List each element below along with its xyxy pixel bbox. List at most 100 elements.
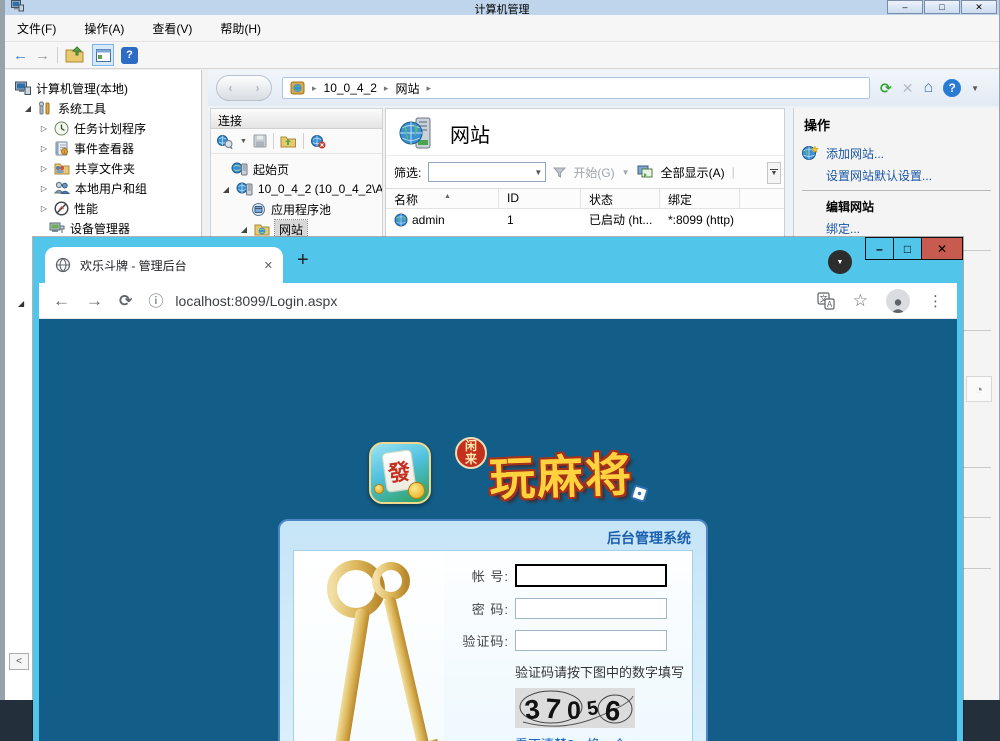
chevron-menu-button[interactable]: ▼ [828, 250, 852, 274]
menu-help[interactable]: 帮助(H) [220, 20, 261, 37]
browser-back-icon[interactable]: ← [53, 291, 70, 311]
iis-forward-icon[interactable]: › [256, 81, 260, 95]
breadcrumb-server[interactable]: 10_0_4_2 [324, 81, 377, 95]
scroll-left-button[interactable]: < [9, 653, 29, 670]
browser-reload-icon[interactable]: ⟳ [119, 291, 132, 311]
actions-header: 操作 [794, 108, 999, 142]
toolbar-separator [273, 133, 274, 149]
tree-item-label: 10_0_4_2 (10_0_4_2\A [258, 182, 382, 196]
tree-item-shared-folders[interactable]: ▷ 共享文件夹 [5, 158, 201, 178]
tree-item-sites[interactable]: ◢ 网站 [211, 219, 382, 239]
browser-forward-icon[interactable]: → [86, 291, 103, 311]
set-defaults-action[interactable]: 设置网站默认设置... [794, 164, 999, 186]
maximize-button[interactable]: □ [924, 0, 960, 14]
refresh-icon[interactable]: ⟳ [880, 81, 892, 95]
title-bar[interactable]: 计算机管理 – □ ✕ [5, 0, 999, 15]
captcha-hint: 验证码请按下图中的数字填写 [515, 662, 692, 681]
expander-icon[interactable]: ▷ [39, 124, 49, 133]
filter-input[interactable]: ▼ [428, 162, 546, 182]
tree-item-system-tools[interactable]: ◢ 系统工具 [5, 98, 201, 118]
tree-item-device-manager[interactable]: 设备管理器 [5, 218, 201, 238]
bookmark-star-icon[interactable]: ☆ [853, 291, 868, 311]
browser-minimize-button[interactable]: – [865, 237, 894, 260]
console-window-icon[interactable] [92, 44, 114, 66]
captcha-input[interactable] [515, 630, 667, 651]
expander-icon[interactable]: ◢ [239, 225, 249, 234]
tree-item-local-users-groups[interactable]: ▷ 本地用户和组 [5, 178, 201, 198]
page-info-icon[interactable]: ⓘ [148, 290, 163, 311]
captcha-refresh-link[interactable]: 看不清楚?，换一个 [515, 734, 692, 741]
browser-menu-icon[interactable]: ⋮ [928, 292, 943, 310]
users-icon [54, 181, 70, 195]
menu-view[interactable]: 查看(V) [152, 20, 192, 37]
close-button[interactable]: ✕ [961, 0, 997, 14]
tree-item-label: 事件查看器 [74, 140, 134, 157]
browser-maximize-button[interactable]: □ [893, 237, 922, 260]
back-arrow-icon[interactable]: ← [13, 48, 28, 63]
grid-header: 名称▲ ID 状态 绑定 [386, 189, 784, 209]
computer-icon [15, 81, 31, 95]
captcha-image[interactable]: 3 7 0 5 6 [515, 688, 635, 728]
breadcrumb-section[interactable]: 网站 [395, 80, 419, 97]
expander-icon[interactable]: ◢ [23, 104, 33, 113]
password-input[interactable] [515, 598, 667, 619]
folder-up-icon[interactable] [280, 134, 297, 148]
filter-label: 筛选: [394, 164, 421, 181]
account-input[interactable] [515, 564, 667, 587]
action-icon[interactable]: ◔ [966, 376, 992, 402]
device-manager-icon [49, 221, 65, 235]
column-binding[interactable]: 绑定 [660, 189, 740, 208]
remove-connection-icon[interactable] [310, 134, 326, 149]
add-site-action[interactable]: 添加网站... [794, 142, 999, 164]
minimize-button[interactable]: – [887, 0, 923, 14]
forward-arrow-icon[interactable]: → [35, 48, 50, 63]
bindings-action[interactable]: 绑定... [794, 217, 999, 239]
combo-caret-icon[interactable]: ▼ [534, 168, 542, 177]
connect-server-icon[interactable] [216, 134, 234, 149]
tab-close-icon[interactable]: ✕ [264, 259, 273, 272]
help-caret-icon[interactable]: ▼ [971, 84, 979, 93]
iis-help-icon[interactable]: ? [943, 79, 961, 97]
connect-caret-icon[interactable]: ▼ [240, 138, 247, 145]
tree-item-computer-management[interactable]: 计算机管理(本地) [5, 78, 201, 98]
iis-back-icon[interactable]: ‹ [229, 81, 233, 95]
expander-icon[interactable]: ▷ [39, 204, 49, 213]
column-id[interactable]: ID [499, 189, 581, 208]
show-all-button[interactable]: 全部显示(A) [661, 164, 725, 181]
column-status[interactable]: 状态 [581, 189, 660, 208]
tree-item-performance[interactable]: ▷ 性能 [5, 198, 201, 218]
table-row[interactable]: admin 1 已启动 (ht... *:8099 (http) [386, 209, 784, 230]
profile-avatar-icon[interactable] [886, 289, 910, 313]
tree-item-label: 计算机管理(本地) [36, 80, 128, 97]
expander-icon[interactable]: ▷ [39, 164, 49, 173]
tree-item-start-page[interactable]: 起始页 [211, 159, 382, 179]
browser-tab[interactable]: 欢乐斗牌 - 管理后台 ✕ [45, 247, 283, 283]
menu-file[interactable]: 文件(F) [17, 20, 56, 37]
tree-item-label: 系统工具 [58, 100, 106, 117]
brand-badge: 闲来 [455, 437, 487, 469]
export-folder-icon[interactable] [65, 46, 85, 64]
tree-item-event-viewer[interactable]: ▷ i 事件查看器 [5, 138, 201, 158]
expander-icon[interactable]: ▷ [39, 144, 49, 153]
translate-icon[interactable]: 文A [817, 292, 835, 310]
expander-icon[interactable]: ▷ [39, 184, 49, 193]
breadcrumb[interactable]: ▸ 10_0_4_2 ▸ 网站 ▸ [282, 77, 870, 99]
new-tab-button[interactable]: + [297, 249, 309, 272]
overflow-button[interactable]: ▼ [767, 162, 781, 184]
expander-icon[interactable]: ◢ [221, 185, 231, 194]
tree-item-app-pools[interactable]: 应用程序池 [211, 199, 382, 219]
tree-item-server[interactable]: ◢ 10_0_4_2 (10_0_4_2\A [211, 179, 382, 199]
app-pools-icon [251, 202, 266, 217]
toolbar-separator [57, 47, 58, 63]
help-icon[interactable]: ? [121, 47, 138, 64]
address-url[interactable]: localhost:8099/Login.aspx [175, 293, 337, 309]
filter-toolbar: 筛选: ▼ 开始(G) ▼ 全部显示(A) | ▼ [386, 155, 784, 189]
logo-row: 發 闲来 玩麻将 [369, 441, 633, 505]
expander-icon[interactable]: ◢ [18, 299, 24, 308]
home-icon[interactable]: ⌂ [923, 80, 933, 96]
iis-nav-buttons[interactable]: ‹ › [216, 75, 272, 101]
browser-close-button[interactable]: ✕ [921, 237, 963, 260]
tree-item-task-scheduler[interactable]: ▷ 任务计划程序 [5, 118, 201, 138]
menu-action[interactable]: 操作(A) [84, 20, 124, 37]
column-name[interactable]: 名称▲ [386, 189, 499, 208]
